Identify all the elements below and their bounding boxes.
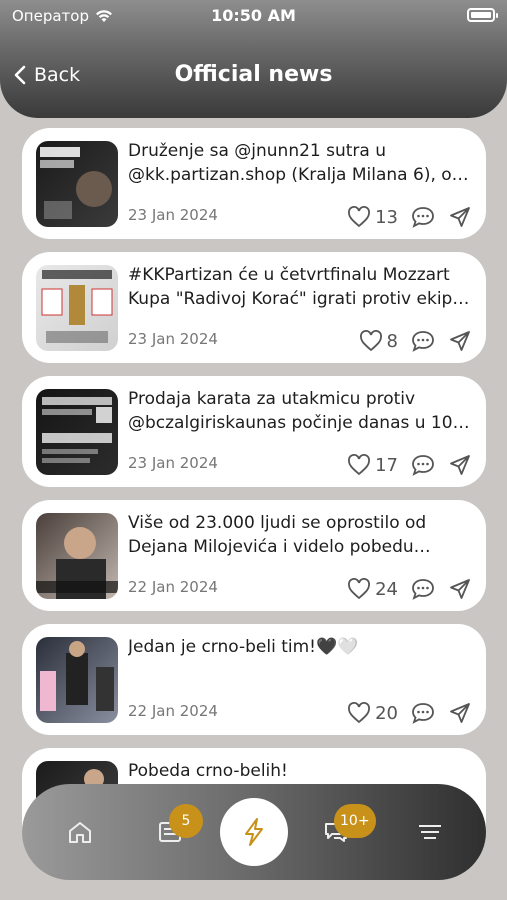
- lightning-icon: [245, 818, 263, 846]
- news-card[interactable]: Prodaja karata za utakmicu protiv @bczal…: [22, 376, 486, 487]
- comment-icon[interactable]: [410, 329, 436, 353]
- news-date: 23 Jan 2024: [128, 330, 218, 348]
- share-icon[interactable]: [448, 701, 472, 725]
- like-count: 24: [375, 578, 398, 600]
- heart-icon: [348, 702, 371, 724]
- status-bar: Оператор 10:50 AM: [0, 0, 507, 32]
- like-count: 20: [375, 702, 398, 724]
- like-count: 17: [375, 454, 398, 476]
- like-button[interactable]: 8: [359, 330, 398, 352]
- like-button[interactable]: 17: [347, 454, 398, 476]
- news-feed: Druženje sa @jnunn21 sutra u @kk.partiza…: [22, 128, 486, 872]
- news-badge: 5: [169, 804, 203, 838]
- back-button[interactable]: Back: [14, 64, 80, 86]
- clock: 10:50 AM: [211, 6, 296, 25]
- share-icon[interactable]: [448, 329, 472, 353]
- news-actions: 17: [347, 453, 472, 477]
- share-icon[interactable]: [448, 577, 472, 601]
- share-icon[interactable]: [448, 453, 472, 477]
- news-text: Više od 23.000 ljudi se oprostilo od Dej…: [128, 513, 427, 557]
- news-thumbnail: [36, 389, 118, 475]
- news-text: Jedan je crno-beli tim!🖤🤍: [128, 637, 359, 657]
- news-date: 22 Jan 2024: [128, 578, 218, 596]
- menu-icon: [419, 825, 441, 839]
- news-card[interactable]: Jedan je crno-beli tim!🖤🤍 22 Jan 2024 20: [22, 624, 486, 735]
- like-button[interactable]: 13: [347, 206, 398, 228]
- back-label: Back: [34, 64, 81, 86]
- comment-icon[interactable]: [410, 453, 436, 477]
- tab-home[interactable]: [62, 814, 98, 850]
- share-icon[interactable]: [448, 205, 472, 229]
- news-actions: 8: [359, 329, 472, 353]
- heart-icon: [348, 454, 371, 476]
- heart-icon: [348, 206, 371, 228]
- heart-icon: [359, 330, 382, 352]
- like-count: 8: [386, 330, 398, 352]
- news-text: Prodaja karata za utakmicu protiv @bczal…: [128, 389, 470, 433]
- news-card[interactable]: #KKPartizan će u četvrtfinalu Mozzart Ku…: [22, 252, 486, 363]
- heart-icon: [348, 578, 371, 600]
- news-text: Pobeda crno-belih!: [128, 761, 288, 781]
- news-text: #KKPartizan će u četvrtfinalu Mozzart Ku…: [128, 265, 470, 309]
- news-card[interactable]: Druženje sa @jnunn21 sutra u @kk.partiza…: [22, 128, 486, 239]
- news-date: 22 Jan 2024: [128, 702, 218, 720]
- comment-icon[interactable]: [410, 701, 436, 725]
- news-date: 23 Jan 2024: [128, 454, 218, 472]
- news-text: Druženje sa @jnunn21 sutra u @kk.partiza…: [128, 141, 469, 185]
- tab-bar: 5 10+: [22, 784, 486, 880]
- news-actions: 24: [347, 577, 472, 601]
- news-thumbnail: [36, 141, 118, 227]
- like-button[interactable]: 24: [347, 578, 398, 600]
- tab-center-action[interactable]: [220, 798, 288, 866]
- like-button[interactable]: 20: [347, 702, 398, 724]
- news-date: 23 Jan 2024: [128, 206, 218, 224]
- home-icon: [69, 822, 91, 843]
- news-card[interactable]: Više od 23.000 ljudi se oprostilo od Dej…: [22, 500, 486, 611]
- header: Оператор 10:50 AM Back Official news: [0, 0, 507, 118]
- like-count: 13: [375, 206, 398, 228]
- chevron-left-icon: [14, 65, 26, 85]
- chat-badge: 10+: [334, 804, 376, 838]
- comment-icon[interactable]: [410, 577, 436, 601]
- tab-menu[interactable]: [412, 814, 448, 850]
- news-actions: 20: [347, 701, 472, 725]
- news-thumbnail: [36, 637, 118, 723]
- news-actions: 13: [347, 205, 472, 229]
- news-thumbnail: [36, 265, 118, 351]
- battery-icon: [467, 8, 498, 22]
- comment-icon[interactable]: [410, 205, 436, 229]
- news-thumbnail: [36, 513, 118, 599]
